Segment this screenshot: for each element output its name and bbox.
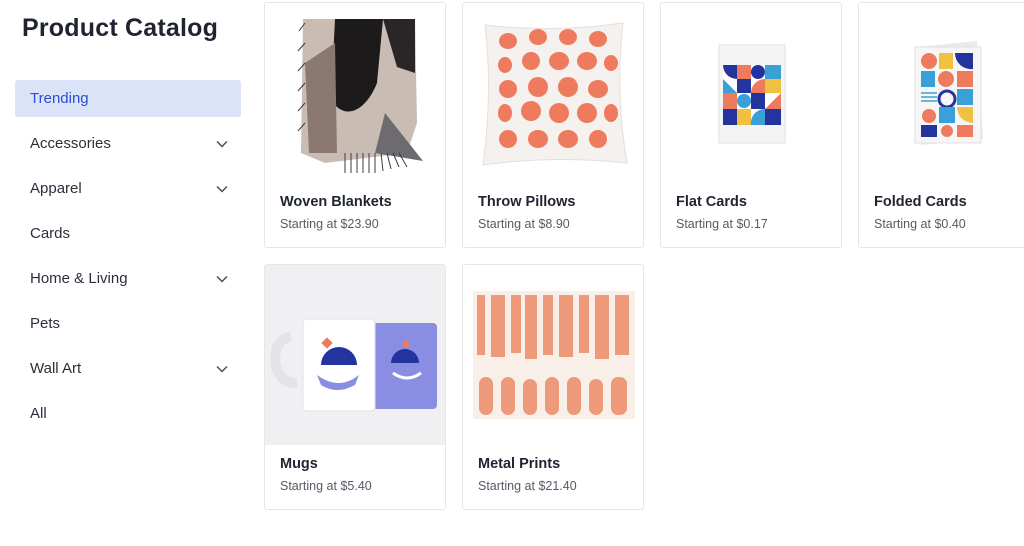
nav-item-all[interactable]: All xyxy=(15,395,241,432)
nav-item-label: Accessories xyxy=(30,135,111,152)
product-card-folded-cards[interactable]: Folded Cards Starting at $0.40 xyxy=(858,2,1024,248)
nav-item-label: Cards xyxy=(30,225,71,242)
folded-card-image xyxy=(859,3,1024,183)
product-card-mugs[interactable]: Mugs Starting at $5.40 xyxy=(264,264,446,510)
nav-item-label: Apparel xyxy=(30,180,82,197)
sidebar: Product Catalog Trending Accessories App… xyxy=(0,0,256,546)
product-card-throw-pillows[interactable]: Throw Pillows Starting at $8.90 xyxy=(462,2,644,248)
product-price: Starting at $23.90 xyxy=(280,217,379,231)
category-nav: Trending Accessories Apparel Cards Home … xyxy=(15,80,241,440)
nav-item-home-living[interactable]: Home & Living xyxy=(15,260,241,297)
product-card-woven-blankets[interactable]: Woven Blankets Starting at $23.90 xyxy=(264,2,446,248)
chevron-down-icon[interactable] xyxy=(215,272,229,286)
product-card-metal-prints[interactable]: Metal Prints Starting at $21.40 xyxy=(462,264,644,510)
woven-blanket-image xyxy=(265,3,445,183)
metal-print-image xyxy=(463,265,643,445)
product-name: Woven Blankets xyxy=(280,194,392,210)
nav-item-label: Wall Art xyxy=(30,360,82,377)
product-price: Starting at $0.40 xyxy=(874,217,966,231)
product-price: Starting at $21.40 xyxy=(478,479,577,493)
nav-item-label: Home & Living xyxy=(30,270,128,287)
product-name: Folded Cards xyxy=(874,194,967,210)
product-price: Starting at $8.90 xyxy=(478,217,570,231)
chevron-down-icon[interactable] xyxy=(215,182,229,196)
nav-item-label: Trending xyxy=(30,90,89,107)
product-card-flat-cards[interactable]: Flat Cards Starting at $0.17 xyxy=(660,2,842,248)
nav-item-label: All xyxy=(30,405,47,422)
flat-card-image xyxy=(661,3,841,183)
product-name: Throw Pillows xyxy=(478,194,576,210)
nav-item-accessories[interactable]: Accessories xyxy=(15,125,241,162)
chevron-down-icon[interactable] xyxy=(215,137,229,151)
product-price: Starting at $0.17 xyxy=(676,217,768,231)
nav-item-label: Pets xyxy=(30,315,61,332)
product-name: Mugs xyxy=(280,456,318,472)
page-title: Product Catalog xyxy=(22,14,219,42)
product-name: Metal Prints xyxy=(478,456,561,472)
mugs-image xyxy=(265,265,445,445)
throw-pillow-image xyxy=(463,3,643,183)
nav-item-pets[interactable]: Pets xyxy=(15,305,241,342)
nav-item-cards[interactable]: Cards xyxy=(15,215,241,252)
nav-item-apparel[interactable]: Apparel xyxy=(15,170,241,207)
product-price: Starting at $5.40 xyxy=(280,479,372,493)
chevron-down-icon[interactable] xyxy=(215,362,229,376)
product-name: Flat Cards xyxy=(676,194,747,210)
nav-item-wall-art[interactable]: Wall Art xyxy=(15,350,241,387)
nav-item-trending[interactable]: Trending xyxy=(15,80,241,117)
